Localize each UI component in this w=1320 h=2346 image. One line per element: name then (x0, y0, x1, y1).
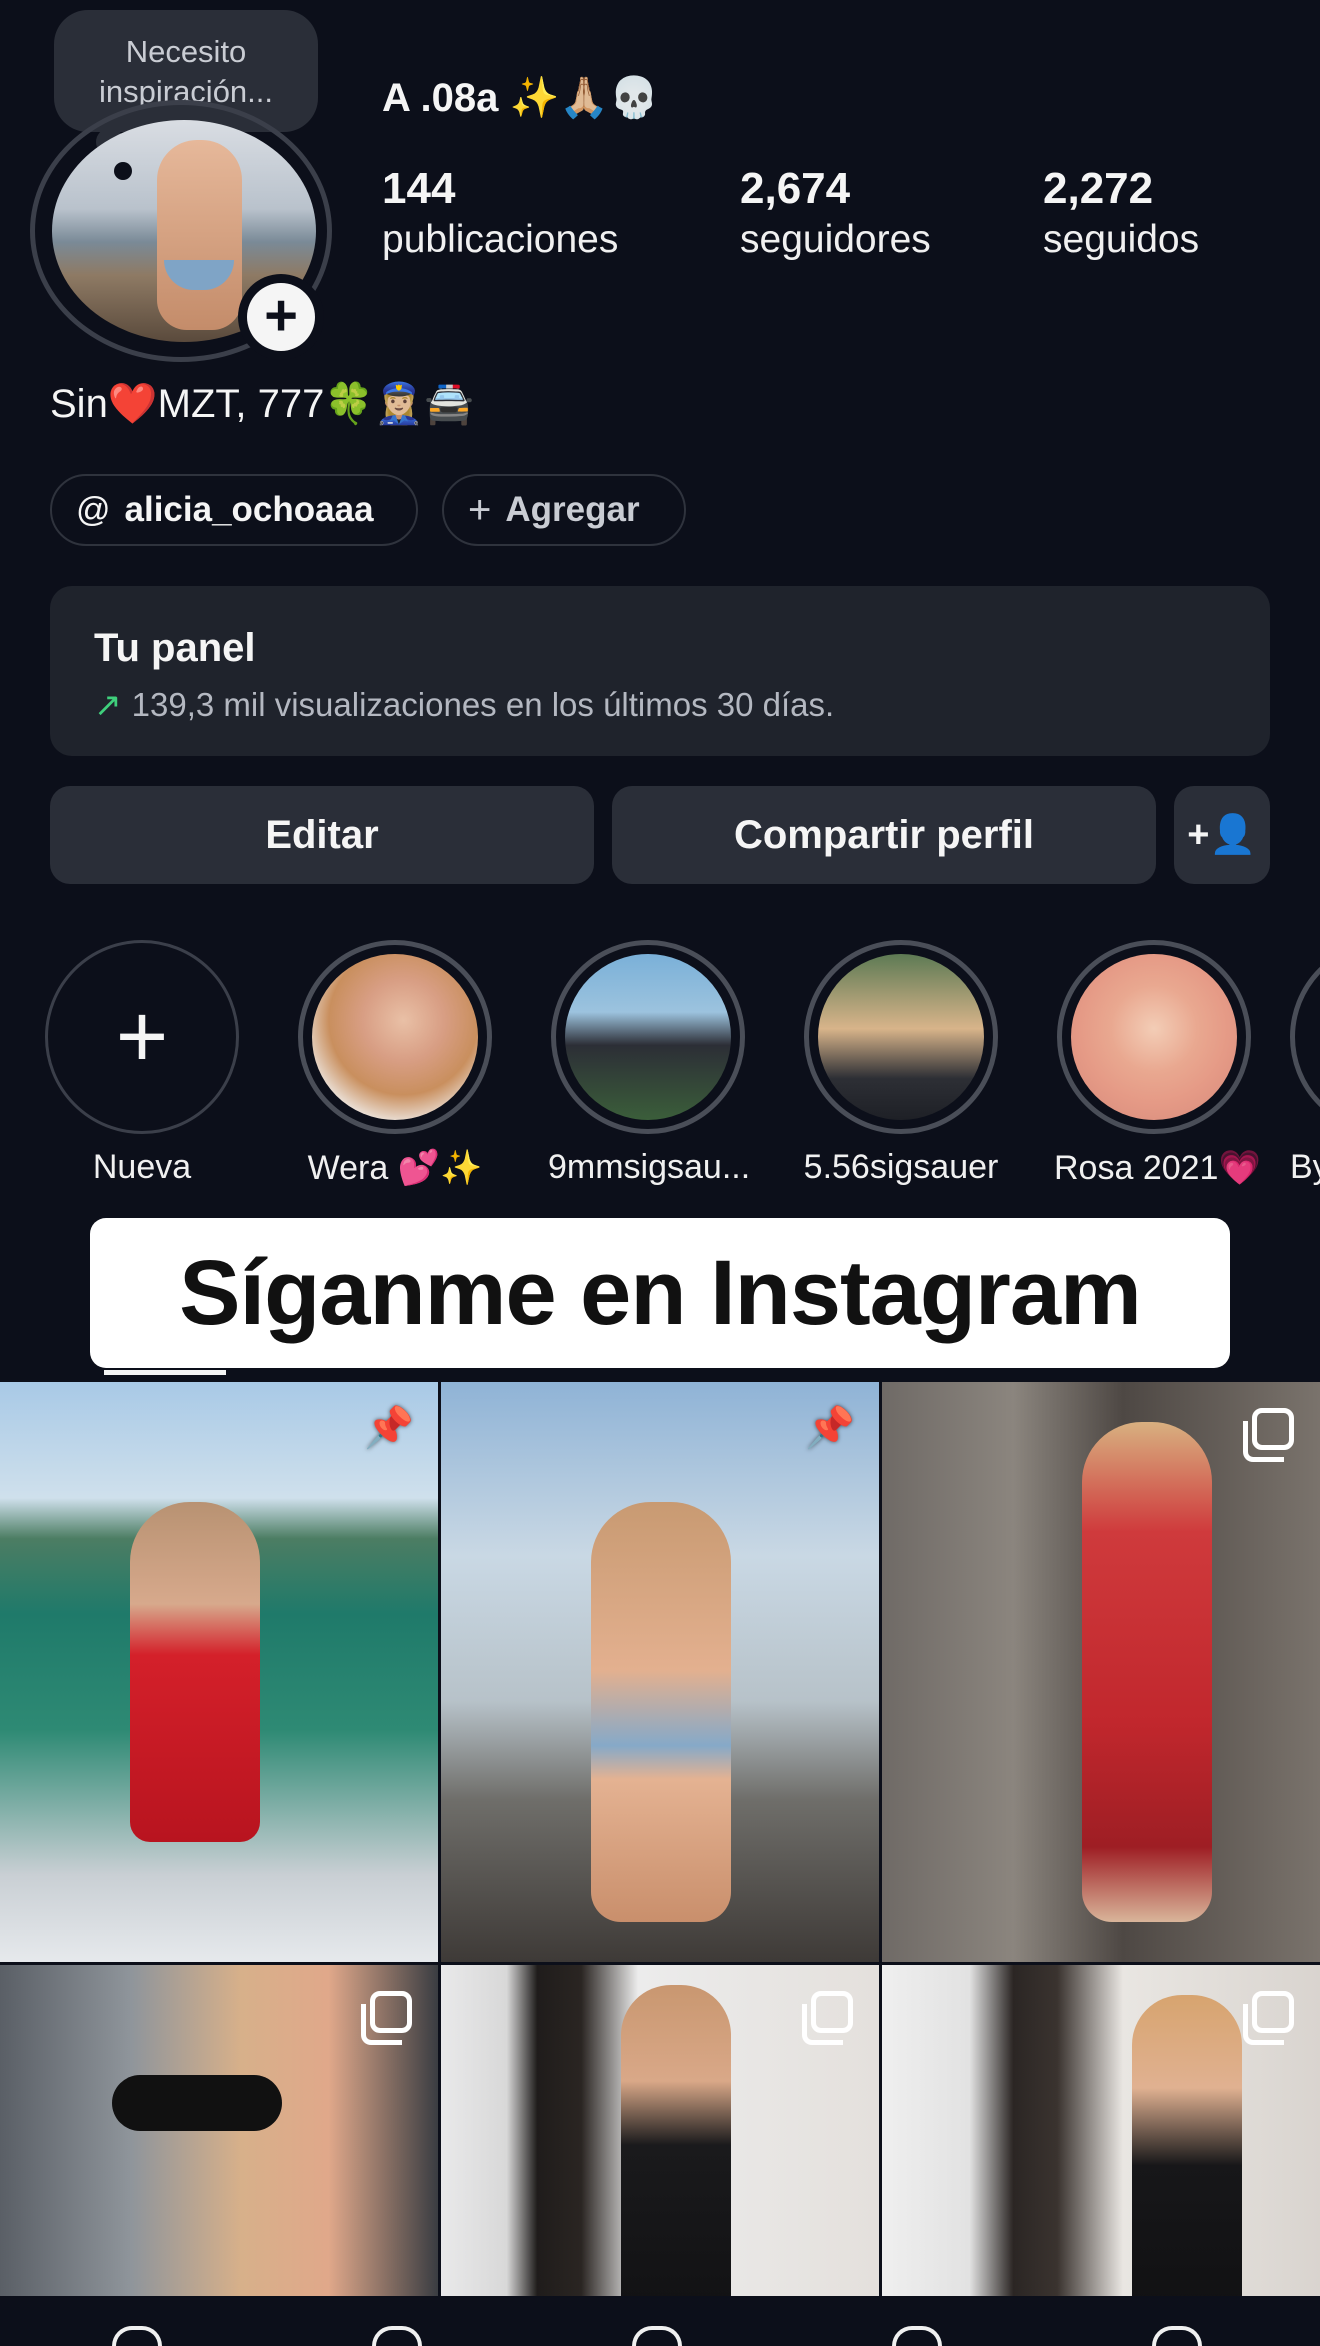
post-figure (130, 1502, 260, 1842)
highlight-ring (551, 940, 745, 1134)
pin-icon: 📌 (805, 1406, 855, 1450)
highlight-label: 9mmsigsau... (548, 1148, 751, 1186)
highlight-label: By (1290, 1148, 1320, 1186)
pin-icon: 📌 (364, 1406, 414, 1450)
create-icon[interactable] (632, 2326, 682, 2346)
dashboard-views-text: 139,3 mil visualizaciones en los últimos… (131, 686, 835, 723)
post-thumbnail[interactable] (882, 1965, 1320, 2296)
highlight-9mm[interactable]: 9mmsigsau... (548, 940, 751, 1187)
highlight-cover-image (565, 954, 731, 1120)
post-figure (1132, 1995, 1242, 2296)
stat-following[interactable]: 2,272 seguidos (1043, 164, 1199, 262)
highlight-label: 5.56sigsauer (803, 1148, 999, 1186)
plus-icon: + (468, 487, 492, 532)
stat-following-label: seguidos (1043, 218, 1200, 261)
post-figure (621, 1985, 731, 2296)
post-thumbnail[interactable] (882, 1382, 1320, 1962)
threads-handle: alicia_ochoaaa (124, 490, 374, 529)
highlight-cover-image (818, 954, 984, 1120)
note-text-line1: Necesito (125, 34, 247, 69)
add-link-label: Agregar (505, 490, 640, 529)
post-figure (591, 1502, 731, 1922)
edit-profile-button[interactable]: Editar (50, 786, 594, 884)
carousel-icon (802, 1991, 853, 2045)
stat-followers[interactable]: 2,674 seguidores (740, 164, 931, 262)
post-figure (1082, 1422, 1212, 1922)
plus-icon: + (247, 283, 315, 351)
highlight-cover-image (312, 954, 478, 1120)
highlight-ring (1057, 940, 1251, 1134)
highlight-label: Wera 💕✨ (307, 1149, 483, 1187)
dashboard-title: Tu panel (94, 626, 256, 670)
post-thumbnail[interactable] (0, 1965, 438, 2296)
add-story-button[interactable]: + (238, 274, 324, 360)
post-thumbnail[interactable]: 📌 (0, 1382, 438, 1962)
stat-followers-label: seguidores (740, 218, 931, 261)
carousel-icon (1243, 1408, 1294, 1462)
trend-up-icon: ↗ (94, 686, 122, 723)
highlight-by[interactable]: By (1290, 940, 1320, 1187)
note-bubble-tail-dot (114, 162, 132, 180)
share-profile-button[interactable]: Compartir perfil (612, 786, 1156, 884)
highlight-label: Rosa 2021💗 (1054, 1149, 1261, 1187)
reels-icon[interactable] (892, 2326, 942, 2346)
discover-people-button[interactable]: +👤 (1174, 786, 1270, 884)
professional-dashboard[interactable]: Tu panel ↗ 139,3 mil visualizaciones en l… (50, 586, 1270, 756)
highlight-new-ring: + (45, 940, 239, 1134)
highlight-ring (1290, 940, 1320, 1134)
post-thumbnail[interactable]: 📌 (441, 1382, 879, 1962)
carousel-icon (1243, 1991, 1294, 2045)
dashboard-subtitle: ↗ 139,3 mil visualizaciones en los último… (94, 685, 1226, 724)
add-link-chip[interactable]: + Agregar (442, 474, 686, 546)
highlight-ring (804, 940, 998, 1134)
profile-icon[interactable] (1152, 2326, 1202, 2346)
stat-posts-label: publicaciones (382, 218, 619, 261)
highlight-new[interactable]: + Nueva (42, 940, 242, 1187)
stat-posts-value: 144 (382, 164, 456, 213)
stat-followers-value: 2,674 (740, 164, 851, 213)
threads-icon: @ (76, 490, 111, 529)
home-icon[interactable] (112, 2326, 162, 2346)
highlight-rosa[interactable]: Rosa 2021💗 (1054, 940, 1261, 1188)
search-icon[interactable] (372, 2326, 422, 2346)
avatar-figure (157, 140, 242, 330)
post-thumbnail[interactable] (441, 1965, 879, 2296)
carousel-icon (361, 1991, 412, 2045)
add-person-icon: +👤 (1187, 814, 1257, 856)
highlight-cover-image (1071, 954, 1237, 1120)
profile-username: A .08a ✨🙏🏼💀 (382, 76, 659, 120)
threads-link-chip[interactable]: @ alicia_ochoaaa (50, 474, 418, 546)
stat-posts[interactable]: 144 publicaciones (382, 164, 618, 262)
post-detail (112, 2075, 282, 2131)
plus-icon: + (115, 987, 169, 1087)
video-caption-overlay: Síganme en Instagram (90, 1218, 1230, 1368)
profile-bio: Sin❤️MZT, 777🍀👮🏼‍♀️🚔 (50, 382, 474, 426)
highlight-label: Nueva (92, 1148, 192, 1186)
bottom-navigation (0, 2296, 1320, 2346)
highlight-ring (298, 940, 492, 1134)
highlight-wera[interactable]: Wera 💕✨ (295, 940, 495, 1188)
stat-following-value: 2,272 (1043, 164, 1154, 213)
grid-tab-indicator (104, 1370, 226, 1375)
highlight-556[interactable]: 5.56sigsauer (801, 940, 1001, 1187)
